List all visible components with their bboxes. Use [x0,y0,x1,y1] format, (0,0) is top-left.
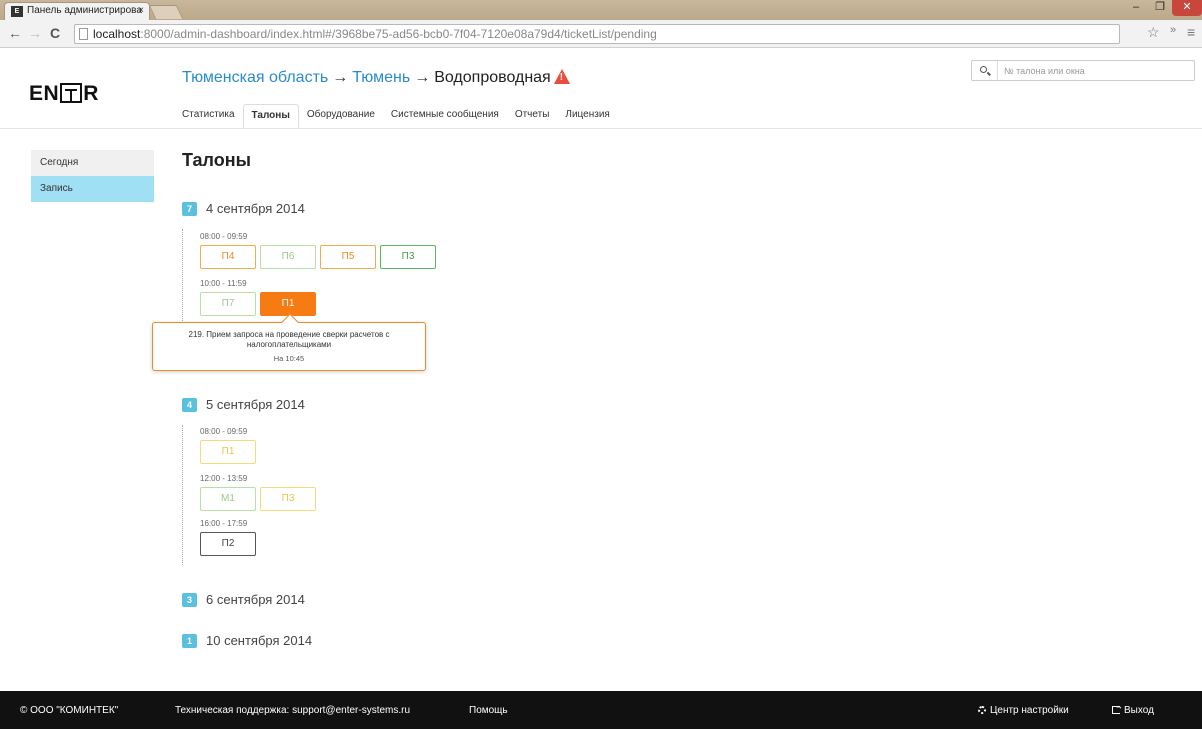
tab-system-messages[interactable]: Системные сообщения [383,104,507,128]
window-controls: – ❐ ✕ [1124,0,1202,18]
tab-equipment[interactable]: Оборудование [299,104,383,128]
footer-copyright: © ООО "КОМИНТЕК" [20,705,119,716]
day-group: 74 сентября 2014 08:00 - 09:59 П4 П6 П5 … [182,201,436,321]
slot-time: 08:00 - 09:59 [200,427,248,436]
sidebar-item-appointments[interactable]: Запись [31,176,154,202]
tab-tickets[interactable]: Талоны [242,104,299,128]
day-header[interactable]: 4 5 сентября 2014 [182,397,305,412]
reload-icon[interactable]: C [50,25,60,41]
enter-logo-icon: E [11,6,23,17]
breadcrumb-city[interactable]: Тюмень [352,69,410,86]
page-icon [79,28,88,40]
restore-icon[interactable]: ❐ [1148,0,1172,16]
ticket-popover: 219. Прием запроса на проведение сверки … [152,313,426,371]
header-divider [0,128,1202,129]
new-tab-button[interactable] [148,5,184,19]
ticket-search [971,60,1195,81]
search-input[interactable] [1004,63,1190,78]
footer-support[interactable]: Техническая поддержка: support@enter-sys… [175,705,410,716]
slot-time: 08:00 - 09:59 [200,232,248,241]
main-tabs: Статистика Талоны Оборудование Системные… [174,104,618,128]
gear-icon [978,706,986,714]
logo-text-right: R [83,82,99,105]
tab-license[interactable]: Лицензия [557,104,617,128]
address-bar[interactable]: localhost:8000/admin-dashboard/index.htm… [74,24,1120,44]
menu-icon[interactable]: ≡ [1187,24,1195,40]
breadcrumb-arrow: → [332,69,349,86]
ticket-button[interactable]: П1 [200,440,256,464]
day-header[interactable]: 3 6 сентября 2014 [182,592,305,607]
ticket-button[interactable]: П2 [200,532,256,556]
day-date: 6 сентября 2014 [206,592,305,607]
ticket-button[interactable]: П5 [320,245,376,269]
ticket-button[interactable]: М1 [200,487,256,511]
day-group: 1 10 сентября 2014 [182,633,312,648]
slot-time: 12:00 - 13:59 [200,474,248,483]
extensions-chevron-icon[interactable]: » [1170,24,1176,36]
breadcrumb-office: Водопроводная [434,69,551,86]
ticket-button[interactable]: П4 [200,245,256,269]
settings-center-label: Центр настройки [990,705,1069,716]
day-header[interactable]: 7 4 сентября 2014 [182,201,305,216]
popover-service-text: 219. Прием запроса на проведение сверки … [188,330,390,349]
logo-mark [60,83,83,103]
slot-time: 10:00 - 11:59 [200,279,247,288]
url-path: :8000/admin-dashboard/index.html#/3968be… [140,27,657,41]
ticket-button[interactable]: П3 [380,245,436,269]
logo-text-left: EN [29,82,60,105]
minimize-icon[interactable]: – [1124,0,1148,16]
day-date: 4 сентября 2014 [206,201,305,216]
browser-tab[interactable]: E Панель администрирова × [4,2,150,20]
breadcrumb: Тюменская область → Тюмень → Водопроводная! [182,69,570,87]
ticket-count-badge: 3 [182,593,197,607]
bookmark-star-icon[interactable]: ☆ [1147,24,1160,41]
day-group: 3 6 сентября 2014 [182,592,305,607]
browser-toolbar: ← → C localhost:8000/admin-dashboard/ind… [0,20,1202,48]
day-header[interactable]: 1 10 сентября 2014 [182,633,312,648]
day-group: 4 5 сентября 2014 08:00 - 09:59 П1 12:00 … [182,397,316,565]
ticket-button-selected[interactable]: П1 [260,292,316,316]
enter-logo[interactable]: EN R [29,82,99,106]
logout-link[interactable]: Выход [1112,702,1154,716]
window-close-icon[interactable]: ✕ [1172,0,1202,16]
url-host: localhost [93,27,141,41]
breadcrumb-arrow: → [414,69,431,86]
settings-center-link[interactable]: Центр настройки [978,705,1069,716]
tab-statistics[interactable]: Статистика [174,104,243,128]
ticket-button[interactable]: П3 [260,487,316,511]
ticket-count-badge: 4 [182,398,197,412]
logout-label: Выход [1124,705,1154,716]
ticket-count-badge: 1 [182,634,197,648]
day-timeline [182,425,183,565]
day-date: 5 сентября 2014 [206,397,305,412]
footer: © ООО "КОМИНТЕК" Техническая поддержка: … [0,691,1202,729]
tab-reports[interactable]: Отчеты [507,104,558,128]
ticket-button[interactable]: П6 [260,245,316,269]
page-title: Талоны [182,150,251,170]
browser-tab-title: Панель администрирова [27,5,142,16]
breadcrumb-region[interactable]: Тюменская область [182,69,328,86]
day-timeline [182,229,183,321]
sidebar-item-today[interactable]: Сегодня [31,150,154,176]
day-date: 10 сентября 2014 [206,633,313,648]
back-icon[interactable]: ← [8,25,22,41]
warning-icon[interactable]: ! [553,69,570,84]
slot-time: 16:00 - 17:59 [200,519,248,528]
browser-titlebar: E Панель администрирова × – ❐ ✕ [0,0,1202,20]
search-button[interactable] [972,61,998,80]
ticket-button[interactable]: П7 [200,292,256,316]
sidebar: Сегодня Запись [31,150,154,202]
close-icon[interactable]: × [138,3,144,19]
logout-icon [1112,702,1123,714]
search-icon [980,66,987,73]
popover-time: На 10:45 [273,354,305,363]
ticket-count-badge: 7 [182,202,197,216]
footer-help-link[interactable]: Помощь [469,705,508,716]
forward-icon[interactable]: → [28,25,42,41]
